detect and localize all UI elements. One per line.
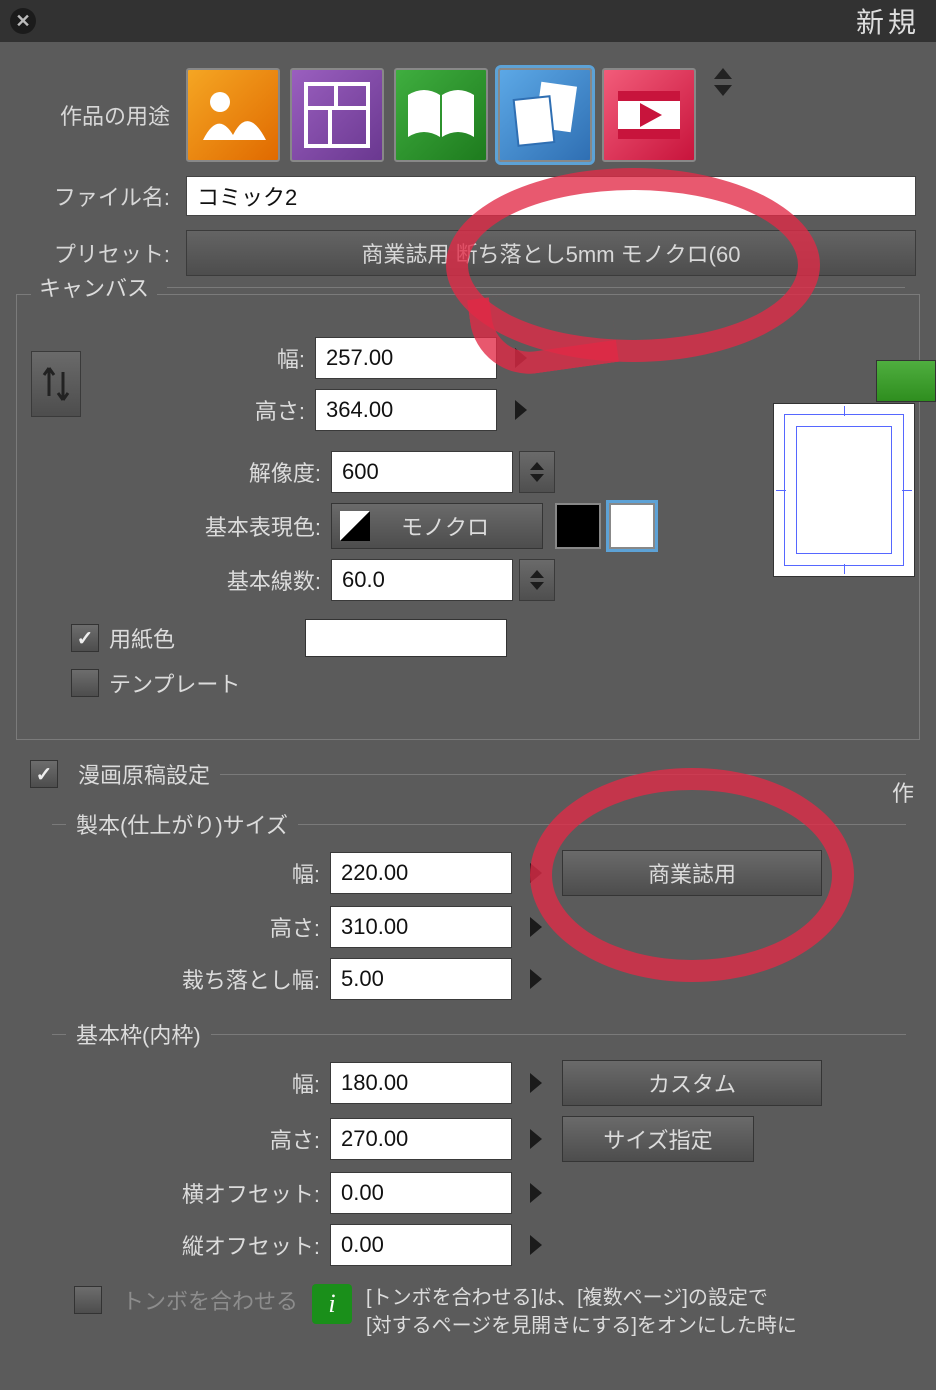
bleed-input[interactable] <box>330 958 512 1000</box>
top-section: 作品の用途 ファイル名: プリセ <box>0 42 936 276</box>
chevron-down-icon <box>714 85 732 96</box>
file-name-input[interactable] <box>186 176 916 216</box>
open-book-icon <box>404 85 478 145</box>
frame-width-input[interactable] <box>330 1062 512 1104</box>
basic-lines-input[interactable] <box>331 559 513 601</box>
resolution-stepper[interactable] <box>519 451 555 493</box>
close-button[interactable]: ✕ <box>10 8 36 34</box>
resolution-input[interactable] <box>331 451 513 493</box>
swatch-white[interactable] <box>609 503 655 549</box>
v-offset-label: 縦オフセット: <box>30 1229 330 1261</box>
height-arrow-icon[interactable] <box>515 400 527 420</box>
pages-icon <box>508 78 582 152</box>
right-green-button[interactable] <box>876 360 936 402</box>
v-offset-arrow-icon[interactable] <box>530 1235 542 1255</box>
swap-wh-button[interactable] <box>31 351 81 417</box>
manga-panel: 漫画原稿設定 製本(仕上がり)サイズ 幅: 商業誌用 高さ: 裁ち落とし幅: 基… <box>16 758 920 1354</box>
right-pane-slice: 作 <box>876 330 936 1390</box>
swap-arrows-icon <box>41 362 71 406</box>
tile-animation[interactable] <box>602 68 696 162</box>
title-bar: ✕ 新規 <box>0 0 936 42</box>
v-offset-input[interactable] <box>330 1224 512 1266</box>
finish-height-arrow-icon[interactable] <box>530 917 542 937</box>
frame-height-input[interactable] <box>330 1118 512 1160</box>
finish-width-arrow-icon[interactable] <box>530 863 542 883</box>
comic-panel-icon <box>300 78 374 152</box>
resolution-label: 解像度: <box>31 456 331 488</box>
template-label: テンプレート <box>109 667 240 699</box>
canvas-height-label: 高さ: <box>95 394 315 426</box>
h-offset-arrow-icon[interactable] <box>530 1183 542 1203</box>
tile-comic[interactable] <box>290 68 384 162</box>
bleed-arrow-icon[interactable] <box>530 969 542 989</box>
swatch-black[interactable] <box>555 503 601 549</box>
width-arrow-icon[interactable] <box>515 348 527 368</box>
inner-frame-title: 基本枠(内枠) <box>76 1018 201 1050</box>
purpose-tiles <box>186 68 732 162</box>
tile-illustration[interactable] <box>186 68 280 162</box>
template-checkbox[interactable] <box>71 669 99 697</box>
info-text: [トンボを合わせる]は、[複数ページ]の設定で [対するページを見開きにする]を… <box>366 1284 797 1340</box>
canvas-width-label: 幅: <box>95 342 315 374</box>
basic-color-label: 基本表現色: <box>31 510 331 542</box>
finish-height-label: 高さ: <box>30 911 330 943</box>
close-icon: ✕ <box>15 11 30 32</box>
basic-color-dropdown[interactable]: モノクロ <box>331 503 543 549</box>
frame-width-label: 幅: <box>30 1067 330 1099</box>
paper-color-label: 用紙色 <box>109 622 175 654</box>
finish-size-preset-value: 商業誌用 <box>648 857 736 889</box>
paper-color-box[interactable] <box>305 619 507 657</box>
illustration-icon <box>198 80 268 150</box>
info-icon: i <box>312 1284 352 1324</box>
chevron-up-icon <box>714 68 732 79</box>
film-play-icon <box>612 83 686 147</box>
basic-lines-label: 基本線数: <box>31 564 331 596</box>
h-offset-input[interactable] <box>330 1172 512 1214</box>
paper-color-checkbox[interactable] <box>71 624 99 652</box>
tile-print[interactable] <box>498 68 592 162</box>
finish-width-input[interactable] <box>330 852 512 894</box>
basic-lines-stepper[interactable] <box>519 559 555 601</box>
canvas-height-input[interactable] <box>315 389 497 431</box>
frame-height-label: 高さ: <box>30 1123 330 1155</box>
frame-spec-value: サイズ指定 <box>603 1123 712 1155</box>
frame-spec-dropdown[interactable]: サイズ指定 <box>562 1116 754 1162</box>
finish-width-label: 幅: <box>30 857 330 889</box>
canvas-width-input[interactable] <box>315 337 497 379</box>
preset-dropdown[interactable]: 商業誌用 断ち落とし5mm モノクロ(60 <box>186 230 916 276</box>
h-offset-label: 横オフセット: <box>30 1177 330 1209</box>
frame-preset-value: カスタム <box>648 1067 736 1099</box>
file-name-label: ファイル名: <box>20 180 170 212</box>
tombo-label: トンボを合わせる <box>122 1284 298 1316</box>
tile-scroll[interactable] <box>714 68 732 162</box>
frame-height-arrow-icon[interactable] <box>530 1129 542 1149</box>
manga-settings-checkbox[interactable] <box>30 760 58 788</box>
preset-label: プリセット: <box>20 237 170 269</box>
finish-size-title: 製本(仕上がり)サイズ <box>76 808 288 840</box>
tile-book[interactable] <box>394 68 488 162</box>
manga-title: 漫画原稿設定 <box>78 758 210 790</box>
right-label-1: 作 <box>892 776 914 808</box>
frame-width-arrow-icon[interactable] <box>530 1073 542 1093</box>
mono-triangle-icon <box>332 504 378 548</box>
basic-color-value: モノクロ <box>378 510 512 542</box>
frame-preset-dropdown[interactable]: カスタム <box>562 1060 822 1106</box>
info-row: トンボを合わせる i [トンボを合わせる]は、[複数ページ]の設定で [対するペ… <box>74 1284 906 1340</box>
canvas-title: キャンバス <box>31 271 157 303</box>
purpose-label: 作品の用途 <box>20 99 170 131</box>
canvas-panel: キャンバス 幅: 高さ: 解像度: 基本表現色: <box>16 294 920 740</box>
finish-size-preset-dropdown[interactable]: 商業誌用 <box>562 850 822 896</box>
finish-height-input[interactable] <box>330 906 512 948</box>
preset-value: 商業誌用 断ち落とし5mm モノクロ(60 <box>362 237 741 269</box>
bleed-label: 裁ち落とし幅: <box>30 963 330 995</box>
tombo-checkbox[interactable] <box>74 1286 102 1314</box>
window-title: 新規 <box>36 1 926 41</box>
